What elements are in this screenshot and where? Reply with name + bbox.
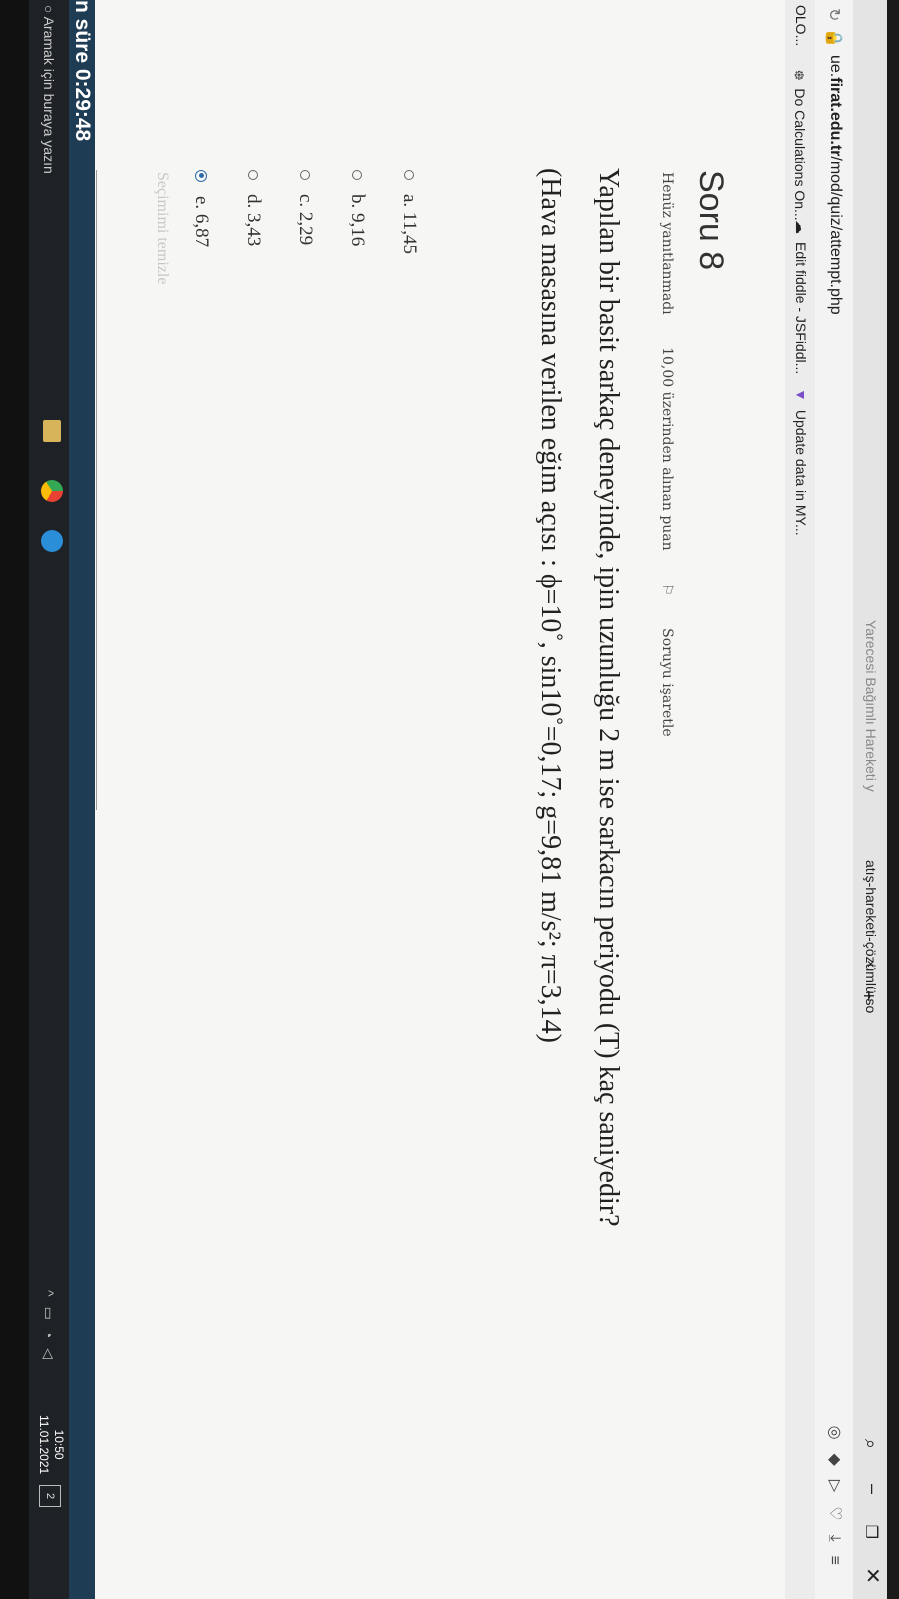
bookmark-item[interactable]: ▼ Update data in MY...	[793, 388, 809, 536]
send-icon[interactable]: ▷	[826, 1480, 843, 1506]
windows-taskbar: ○ Aramak için buraya yazın ^▭◔◁ 10:50 11.…	[29, 0, 69, 1599]
shield-icon[interactable]: ◆	[826, 1454, 843, 1480]
bookmark-item[interactable]: ☁ Edit fiddle - JSFiddl...	[792, 220, 809, 374]
quiz-page: Soru 8 Henüz yanıtlanmadı 10,00 üzerinde…	[95, 0, 785, 1599]
bookmark-label: Edit fiddle - JSFiddl...	[793, 242, 809, 375]
toolbar-icons[interactable]: ◎◆▷♡⤓≡	[825, 1426, 845, 1579]
question-line: (Hava masasına verilen eğim açısı : ϕ=10…	[535, 168, 566, 1043]
radio-button[interactable]	[300, 170, 310, 180]
bookmark-item[interactable]: ᪥ Do Calculations On...	[787, 70, 809, 221]
flag-label: Soruyu işaretle	[659, 628, 675, 737]
taskbar-search-placeholder: Aramak için buraya yazın	[41, 16, 57, 174]
monitor-bezel	[887, 0, 899, 1599]
jsfiddle-icon: ☁	[793, 220, 809, 234]
chrome-icon[interactable]	[41, 480, 63, 502]
answer-option-e[interactable]: e. 6,87	[175, 170, 227, 284]
url-path: /mod/quiz/attempt.php	[827, 156, 844, 315]
answer-option-c[interactable]: c. 2,29	[279, 170, 331, 284]
option-label: d. 3,43	[243, 194, 264, 247]
lock-icon[interactable]: 🔒	[824, 28, 844, 48]
monitor-bezel	[0, 0, 29, 1599]
download-icon[interactable]: ⤓	[826, 1535, 843, 1556]
answer-option-a[interactable]: a. 11,45	[383, 170, 435, 284]
quiz-timer: n süre 0:29:48	[71, 0, 94, 142]
camera-icon[interactable]: ◎	[826, 1426, 843, 1454]
question-info: Henüz yanıtlanmadı 10,00 üzerinden alına…	[659, 172, 675, 793]
answer-option-d[interactable]: d. 3,43	[227, 170, 279, 284]
search-icon[interactable]: ⌕	[860, 1439, 881, 1449]
battery-icon[interactable]: ▭	[41, 1307, 57, 1330]
radio-button[interactable]	[404, 170, 414, 180]
radio-button-selected[interactable]	[195, 170, 207, 182]
url-text[interactable]: ue.firat.edu.tr/mod/quiz/attempt.php	[826, 55, 844, 315]
new-tab-icon[interactable]: +	[856, 990, 879, 1002]
answer-option-b[interactable]: b. 9,16	[331, 170, 383, 284]
radio-button[interactable]	[248, 170, 258, 180]
volume-icon[interactable]: ◁	[41, 1348, 57, 1369]
browser-titlebar: Yarecesi Bağımlı Hareketi y atış-hareket…	[853, 0, 887, 1599]
close-icon[interactable]: ✕	[860, 1567, 885, 1584]
chevron-up-icon[interactable]: ^	[41, 1290, 57, 1307]
question-text: Yapılan bir basit sarkaç deneyinde, ipin…	[521, 168, 637, 1518]
triangle-icon: ▼	[793, 388, 809, 402]
restore-icon[interactable]: ❐	[861, 1525, 881, 1539]
quiz-timer-bar: n süre 0:29:48	[69, 0, 95, 1599]
bookmarks-bar: OLO... ᪥ Do Calculations On... ☁ Edit fidd…	[784, 0, 815, 1599]
option-label: e. 6,87	[191, 196, 212, 248]
option-label: a. 11,45	[399, 194, 420, 254]
spiral-icon: ᪥	[792, 70, 808, 81]
question-line: Yapılan bir basit sarkaç deneyinde, ipin…	[593, 168, 624, 1227]
question-title: Soru 8	[692, 170, 730, 271]
flag-icon: ⚐	[659, 583, 675, 601]
bookmark-item[interactable]: OLO...	[793, 5, 809, 46]
option-label: b. 9,16	[347, 194, 368, 247]
url-domain: firat.edu.tr	[827, 77, 844, 157]
wifi-icon[interactable]: ◔	[41, 1330, 57, 1348]
taskbar-search[interactable]: ○ Aramak için buraya yazın	[41, 5, 57, 174]
back-icon[interactable]: ↻	[824, 8, 844, 21]
file-explorer-icon[interactable]	[43, 420, 61, 442]
clock-date: 11.01.2021	[37, 1415, 51, 1475]
heart-icon[interactable]: ♡	[826, 1506, 843, 1534]
tab-previous[interactable]: Yarecesi Bağımlı Hareketi y	[863, 620, 879, 792]
flag-question-button[interactable]: ⚐ Soruyu işaretle	[659, 583, 675, 765]
question-points: 10,00 üzerinden alınan puan	[659, 347, 675, 551]
taskbar-clock[interactable]: 10:50 11.01.2021	[36, 1415, 66, 1474]
system-tray[interactable]: ^▭◔◁	[40, 1290, 57, 1369]
search-icon: ○	[41, 5, 57, 17]
answer-options: a. 11,45 b. 9,16 c. 2,29 d. 3,43 e. 6,87…	[153, 170, 435, 284]
url-prefix: ue.	[827, 55, 844, 78]
address-bar[interactable]: ↻ 🔒 ue.firat.edu.tr/mod/quiz/attempt.php…	[815, 0, 853, 1599]
bookmark-label: Update data in MY...	[793, 409, 809, 536]
tab-close-icon[interactable]: ×	[863, 960, 879, 968]
divider	[96, 170, 97, 810]
clear-choice-link[interactable]: Seçimimi temizle	[153, 170, 171, 284]
notification-icon[interactable]: 2	[39, 1485, 61, 1507]
screen: Yarecesi Bağımlı Hareketi y atış-hareket…	[0, 0, 899, 1599]
question-status: Henüz yanıtlanmadı	[659, 172, 675, 315]
option-label: c. 2,29	[295, 194, 316, 246]
clock-time: 10:50	[52, 1429, 66, 1460]
menu-icon[interactable]: ≡	[826, 1556, 843, 1579]
radio-button[interactable]	[352, 170, 362, 180]
edge-icon[interactable]	[41, 530, 63, 552]
bookmark-label: Do Calculations On...	[792, 88, 808, 221]
minimize-icon[interactable]: –	[862, 1484, 883, 1494]
